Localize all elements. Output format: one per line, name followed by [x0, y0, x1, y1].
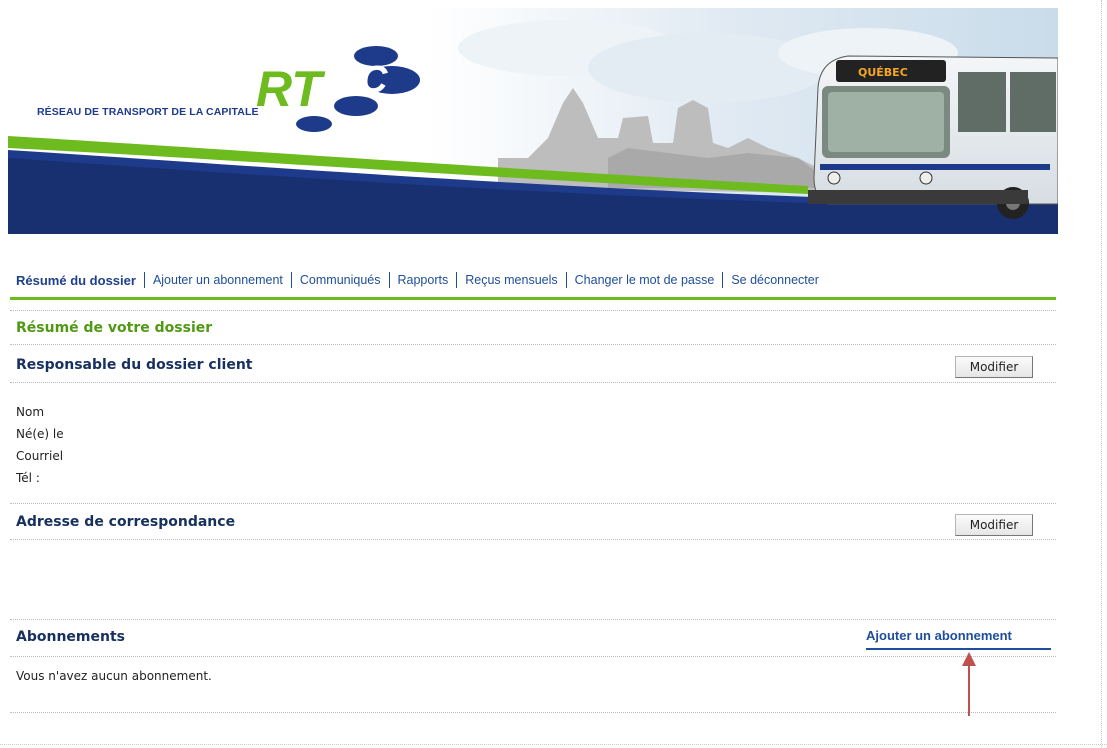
nav-item-communiques[interactable]: Communiqués	[300, 273, 381, 287]
nav-item-change-password[interactable]: Changer le mot de passe	[575, 273, 715, 287]
divider	[10, 310, 1056, 311]
modify-client-button[interactable]: Modifier	[955, 356, 1033, 378]
nav-separator	[722, 272, 724, 288]
client-section-title: Responsable du dossier client	[16, 357, 253, 373]
nav-separator	[388, 272, 390, 288]
nav-item-add-subscription[interactable]: Ajouter un abonnement	[153, 273, 283, 287]
nav-separator	[565, 272, 567, 288]
nav-item-logout[interactable]: Se déconnecter	[731, 273, 819, 287]
divider	[10, 619, 1056, 620]
page-title: Résumé de votre dossier	[16, 320, 213, 336]
nav-separator	[456, 272, 458, 288]
empty-subscriptions-message: Vous n'avez aucun abonnement.	[16, 669, 212, 683]
main-nav: Résumé du dossier Ajouter un abonnement …	[16, 270, 1056, 290]
nav-underline	[10, 297, 1056, 300]
divider	[10, 382, 1056, 383]
nav-item-reports[interactable]: Rapports	[398, 273, 449, 287]
svg-text:QUÉBEC: QUÉBEC	[858, 66, 908, 79]
nav-item-monthly-receipts[interactable]: Reçus mensuels	[465, 273, 557, 287]
annotation-arrow-icon	[962, 652, 976, 716]
divider	[10, 503, 1056, 504]
divider	[10, 539, 1056, 540]
svg-text:C: C	[360, 59, 388, 101]
nav-separator	[290, 272, 292, 288]
logo-subtitle: RÉSEAU DE TRANSPORT DE LA CAPITALE	[37, 106, 259, 118]
nav-separator	[143, 272, 145, 288]
page-border-bottom	[0, 744, 1107, 745]
header-banner: RT C QUÉBEC RÉSEAU DE TRANSPORT DE LA CA…	[8, 8, 1058, 234]
banner-illustration: RT C QUÉBEC	[8, 8, 1058, 234]
divider	[10, 656, 1056, 657]
page-border-right	[1101, 0, 1102, 748]
page: RT C QUÉBEC RÉSEAU DE TRANSPORT DE LA CA…	[0, 0, 1107, 748]
subscriptions-section-title: Abonnements	[16, 629, 125, 645]
divider	[10, 712, 1056, 713]
field-birthdate-label: Né(e) le	[16, 427, 64, 441]
add-subscription-link[interactable]: Ajouter un abonnement	[866, 628, 1012, 643]
svg-text:RT: RT	[256, 61, 326, 117]
field-email-label: Courriel	[16, 449, 64, 463]
field-name-label: Nom	[16, 405, 45, 419]
field-phone-label: Tél :	[16, 471, 40, 485]
nav-item-resume[interactable]: Résumé du dossier	[16, 273, 136, 288]
modify-address-button[interactable]: Modifier	[955, 514, 1033, 536]
address-section-title: Adresse de correspondance	[16, 514, 236, 530]
divider	[10, 344, 1056, 345]
